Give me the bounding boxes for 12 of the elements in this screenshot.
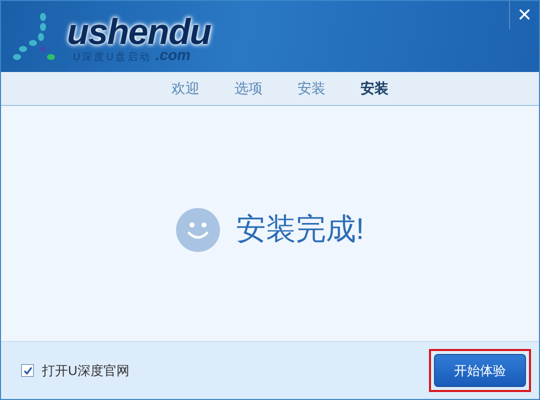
step-tab[interactable]: 选项	[234, 78, 262, 99]
step-tab[interactable]: 欢迎	[172, 78, 200, 99]
step-tab[interactable]: 安装	[298, 78, 326, 99]
checkbox-label[interactable]: 打开U深度官网	[42, 360, 130, 380]
checkbox[interactable]	[21, 364, 34, 377]
logo-wordmark: ushendu	[67, 14, 211, 50]
completion-message: 安装完成!	[236, 212, 364, 248]
smiley-icon	[176, 208, 220, 252]
start-button[interactable]: 开始体验	[434, 354, 526, 387]
step-tab[interactable]: 安装	[360, 78, 388, 99]
close-button[interactable]: ✕	[509, 1, 539, 29]
logo-domain: .com	[155, 48, 190, 62]
